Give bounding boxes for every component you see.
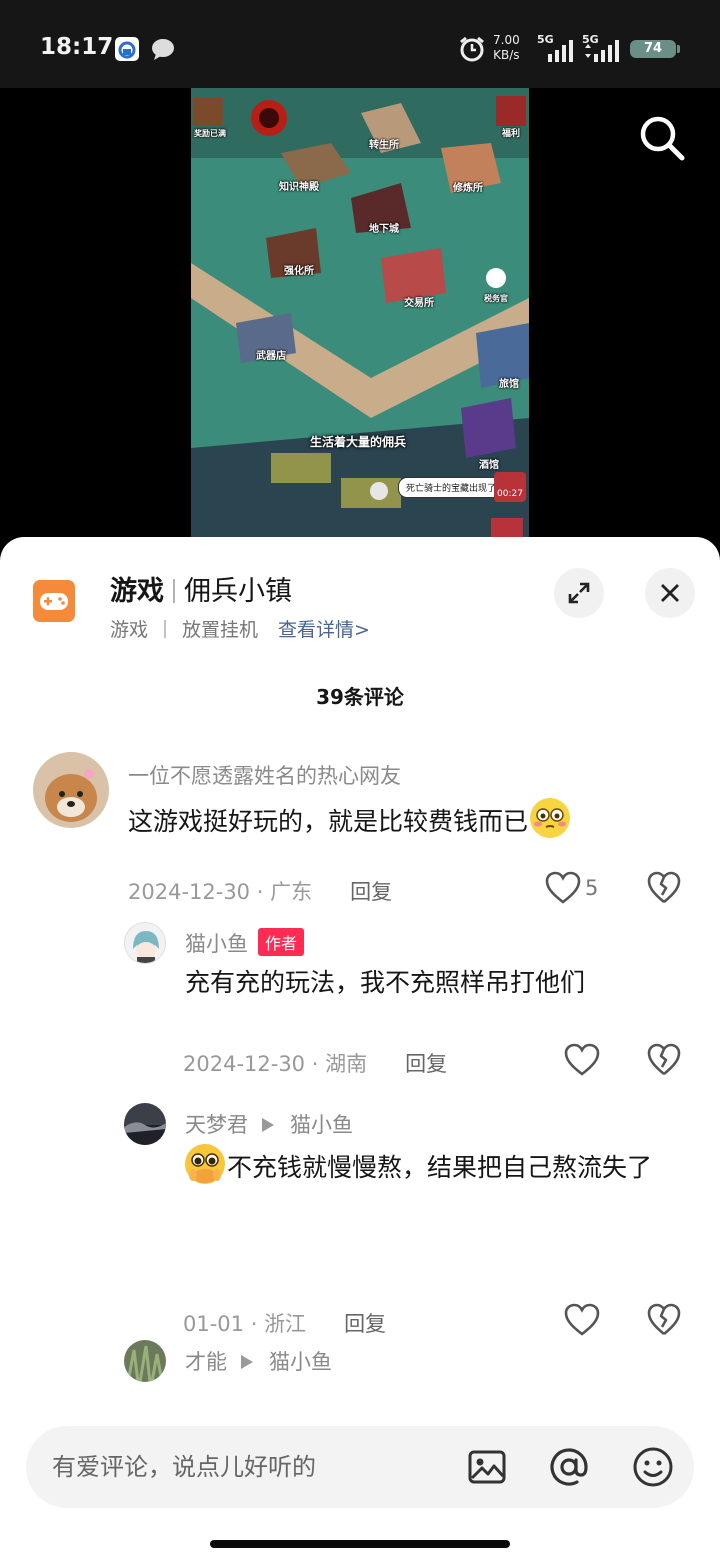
- reply-meta: 2024-12-30 · 湖南 回复: [183, 1052, 448, 1076]
- comment-meta: 2024-12-30 · 广东 回复: [128, 880, 393, 904]
- reply-text: 充有充的玩法，我不充照样吊打他们: [185, 968, 586, 997]
- comment-date: 01-01: [183, 1312, 245, 1336]
- comment-sheet: 游戏 佣兵小镇 游戏 放置挂机 查看详情> 39条评论 一位不愿透露姓名的热心网友 这…: [0, 537, 720, 1563]
- pleading-emoji-icon: [183, 1142, 227, 1186]
- signal-icon: [548, 40, 576, 66]
- comment-text: 这游戏挺好玩的，就是比较费钱而已: [128, 794, 572, 850]
- speech-bubble: 死亡骑士的宝藏出现了: [398, 477, 505, 498]
- net-speed-value: 7.00: [493, 33, 520, 47]
- building-label: 武器店: [256, 351, 286, 362]
- game-tags: 游戏 放置挂机 查看详情>: [110, 615, 370, 642]
- comment-location: 广东: [270, 880, 313, 904]
- close-icon: [661, 584, 679, 602]
- building-label: 转生所: [369, 140, 399, 151]
- blushing-emoji-icon: [528, 796, 572, 840]
- reply-text-content: 不充钱就慢慢熬，结果把自己熬流失了: [227, 1153, 653, 1182]
- game-name: 佣兵小镇: [184, 576, 292, 607]
- comment-username[interactable]: 一位不愿透露姓名的热心网友: [128, 760, 401, 790]
- video-player[interactable]: 转生所 知识神殿 修炼所 地下城 强化所 交易所 税务官 武器店 旅馆 酒馆 奖…: [0, 88, 720, 558]
- at-icon[interactable]: [548, 1446, 590, 1488]
- reply-meta: 01-01 · 浙江 回复: [183, 1312, 387, 1336]
- view-details-link[interactable]: 查看详情>: [278, 619, 370, 641]
- tag-divider: [164, 620, 167, 638]
- reply-text: 不充钱就慢慢熬，结果把自己熬流失了: [183, 1140, 673, 1196]
- avatar[interactable]: [124, 1103, 166, 1145]
- image-icon[interactable]: [466, 1446, 508, 1488]
- avatar[interactable]: [124, 1340, 166, 1382]
- comment-location: 湖南: [325, 1052, 368, 1076]
- comment-date: 2024-12-30: [183, 1052, 306, 1076]
- building-label: 知识神殿: [279, 182, 319, 193]
- author-badge: 作者: [258, 928, 305, 956]
- expand-icon: [568, 582, 590, 604]
- reply-username: 才能 猫小鱼: [185, 1346, 332, 1376]
- event-timer: 00:27: [494, 472, 526, 502]
- net-speed: 7.00 KB/s: [493, 33, 520, 63]
- comment-text-content: 这游戏挺好玩的，就是比较费钱而已: [128, 807, 529, 836]
- game-title[interactable]: 游戏 佣兵小镇: [110, 569, 292, 608]
- video-caption: 生活着大量的佣兵: [310, 435, 407, 449]
- reply-button[interactable]: 回复: [405, 1052, 447, 1076]
- net-speed-unit: KB/s: [493, 48, 520, 62]
- status-bar: 18:17 7.00 KB/s 5G 5G 74: [0, 0, 720, 88]
- emoji-icon[interactable]: [632, 1446, 674, 1488]
- title-divider: [173, 579, 175, 603]
- broken-heart-icon[interactable]: [647, 1043, 681, 1077]
- reply-username: 天梦君 猫小鱼: [185, 1109, 353, 1139]
- game-screenshot: 转生所 知识神殿 修炼所 地下城 强化所 交易所 税务官 武器店 旅馆 酒馆 奖…: [191, 88, 529, 538]
- avatar[interactable]: [124, 922, 166, 964]
- comment-location: 浙江: [264, 1312, 307, 1336]
- alarm-icon: [458, 35, 484, 62]
- reward-badge: 奖励已满: [194, 129, 226, 138]
- comment-date: 2024-12-30: [128, 880, 251, 904]
- reply-username: 猫小鱼 作者: [185, 928, 305, 958]
- game-tag: 放置挂机: [182, 619, 259, 641]
- app-notification-icon: [114, 36, 140, 62]
- building-label: 酒馆: [479, 460, 499, 471]
- broken-heart-icon[interactable]: [647, 1303, 681, 1337]
- welfare-badge: 福利: [502, 129, 521, 139]
- expand-button[interactable]: [554, 568, 604, 618]
- heart-icon[interactable]: [564, 1043, 600, 1077]
- gamepad-icon[interactable]: [33, 580, 75, 622]
- like-count: 5: [585, 876, 599, 900]
- home-indicator[interactable]: [210, 1540, 510, 1548]
- signal-icon: [582, 40, 622, 66]
- reply-button[interactable]: 回复: [350, 880, 392, 904]
- comment-input[interactable]: [52, 1446, 452, 1488]
- search-button[interactable]: [636, 112, 688, 164]
- game-category: 游戏: [110, 576, 164, 607]
- game-tag: 游戏: [110, 619, 149, 641]
- broken-heart-icon[interactable]: [647, 871, 681, 905]
- reply-arrow-icon: [241, 1355, 253, 1369]
- building-label: 旅馆: [499, 379, 519, 390]
- building-label: 强化所: [284, 266, 314, 277]
- close-button[interactable]: [645, 568, 695, 618]
- chat-bubble-icon: [150, 36, 176, 62]
- heart-icon[interactable]: [545, 871, 581, 905]
- heart-icon[interactable]: [564, 1303, 600, 1337]
- battery-icon: 74: [630, 40, 680, 58]
- building-label: 税务官: [484, 294, 508, 303]
- building-label: 交易所: [404, 298, 434, 309]
- status-time: 18:17: [40, 34, 114, 60]
- building-label: 地下城: [369, 224, 399, 235]
- reply-username-text[interactable]: 才能: [185, 1350, 227, 1374]
- reply-button[interactable]: 回复: [344, 1312, 386, 1336]
- reply-to-username[interactable]: 猫小鱼: [290, 1113, 353, 1137]
- reply-username-text[interactable]: 猫小鱼: [185, 932, 248, 956]
- avatar[interactable]: [33, 752, 109, 828]
- comment-input-bar: [26, 1426, 694, 1508]
- reply-username-text[interactable]: 天梦君: [185, 1113, 248, 1137]
- search-icon: [640, 116, 685, 161]
- reply-to-username[interactable]: 猫小鱼: [269, 1350, 332, 1374]
- reply-arrow-icon: [262, 1118, 274, 1132]
- building-label: 修炼所: [453, 183, 483, 194]
- comment-count: 39条评论: [316, 685, 404, 709]
